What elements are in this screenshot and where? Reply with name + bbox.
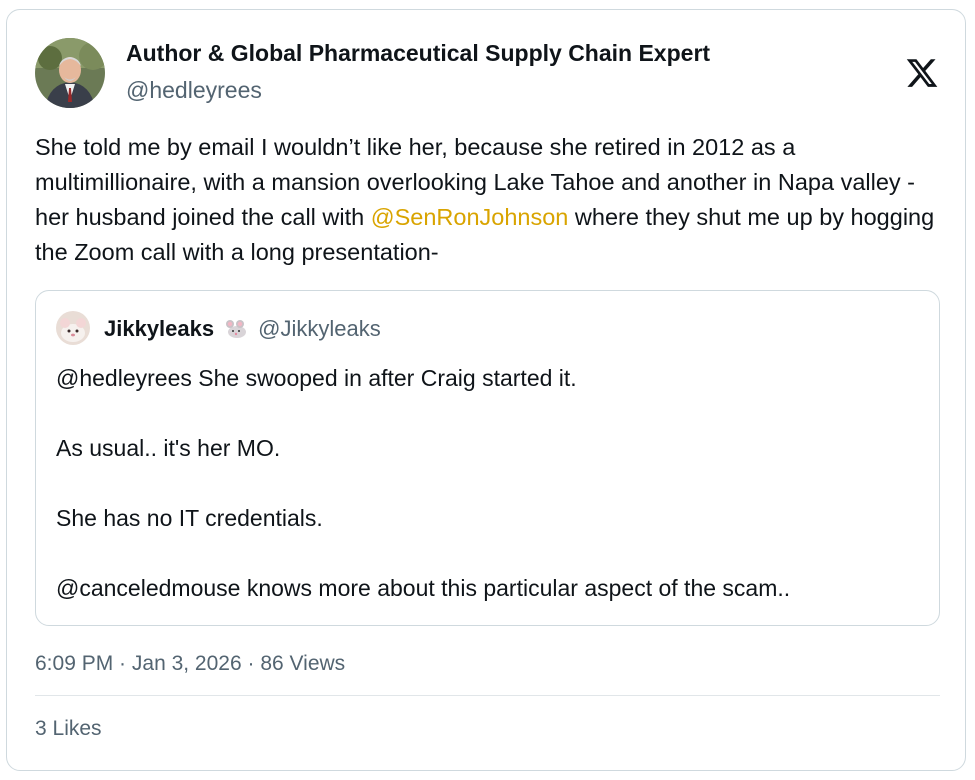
quoted-paragraph: @canceledmouse knows more about this par… (56, 575, 791, 601)
mention-link[interactable]: @SenRonJohnson (371, 204, 569, 230)
quoted-avatar-icon (56, 311, 90, 345)
tweet-text: She told me by email I wouldn’t like her… (35, 130, 940, 270)
quoted-text: @hedleyrees She swooped in after Craig s… (56, 361, 916, 641)
tweet-meta: 6:09 PM · Jan 3, 2026 · 86 Views (35, 652, 345, 676)
quoted-author-handle[interactable]: @Jikkyleaks (258, 316, 381, 342)
author-name[interactable]: Author & Global Pharmaceutical Supply Ch… (126, 40, 710, 67)
likes-count[interactable]: 3 Likes (35, 717, 102, 741)
quoted-author-name[interactable]: Jikkyleaks (104, 316, 214, 342)
quoted-header: Jikkyleaks @Jikkyleaks (104, 316, 381, 342)
divider (35, 695, 940, 696)
author-avatar[interactable] (35, 38, 105, 108)
mouse-icon (224, 319, 248, 339)
quoted-avatar[interactable] (56, 311, 90, 345)
tweet-time[interactable]: 6:09 PM (35, 652, 113, 675)
x-logo-icon[interactable] (905, 56, 939, 90)
meta-separator: · (241, 652, 261, 675)
avatar-photo-icon (35, 38, 105, 108)
meta-separator: · (113, 652, 132, 675)
author-handle[interactable]: @hedleyrees (126, 77, 262, 104)
tweet-date[interactable]: Jan 3, 2026 (132, 652, 242, 675)
tweet-views: 86 Views (260, 652, 346, 675)
quoted-paragraph: @hedleyrees She swooped in after Craig s… (56, 365, 577, 391)
quoted-paragraph: She has no IT credentials. (56, 505, 323, 531)
quoted-paragraph: As usual.. it's her MO. (56, 435, 281, 461)
tweet-card[interactable]: Author & Global Pharmaceutical Supply Ch… (6, 9, 966, 771)
quoted-tweet[interactable]: Jikkyleaks @Jikkyleaks @hedleyrees She s… (35, 290, 940, 626)
